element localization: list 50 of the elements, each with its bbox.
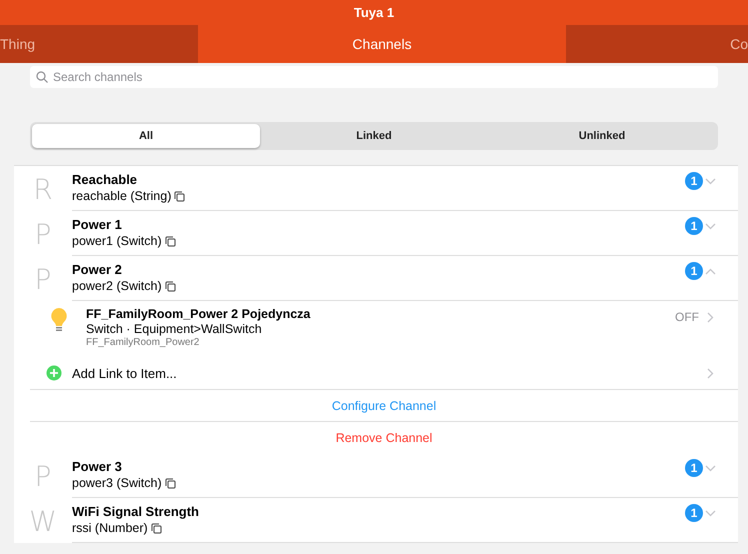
channel-label: Power 2 [72,262,123,277]
channel-id: power2 (Switch) [72,279,162,293]
channel-label: WiFi Signal Strength [72,504,200,519]
channel-letter: P [34,217,52,253]
channel-id: power3 (Switch) [72,476,162,490]
chevron-down-icon[interactable] [705,178,716,185]
channel-label: Reachable [72,172,138,187]
tab[interactable]: Co [566,25,748,63]
channel-id: rssi (Number) [72,521,148,535]
chevron-right-icon[interactable] [707,368,714,378]
chevron-down-icon[interactable] [705,465,716,472]
search-field[interactable]: Search channels [30,66,718,88]
channel-letter: P [34,262,52,298]
link-count-badge: 1 [685,459,703,477]
link-count-badge: 1 [685,217,703,235]
item-name: FF_FamilyRoom_Power2 [86,337,200,348]
add-link-link[interactable]: Add Link to Item... [72,366,177,380]
copy-icon[interactable] [150,522,162,534]
copy-icon[interactable] [164,236,176,246]
chevron-down-icon[interactable] [705,510,716,517]
copy-icon[interactable] [164,280,176,292]
channel-id: power1 (Switch) [72,234,162,248]
window-title: Tuya 1 [354,5,394,20]
copy-icon[interactable] [174,190,186,202]
lightbulb-icon [50,307,68,333]
channel-id: reachable (String) [72,189,172,203]
segment-button[interactable]: Linked [260,124,488,148]
channel-label: Power 3 [72,459,123,474]
item-label: FF_FamilyRoom_Power 2 Pojedyncza [86,307,312,321]
channel-letter: W [28,504,58,540]
segment-button[interactable]: All [32,124,260,148]
remove-channel-link[interactable]: Remove Channel [336,430,432,444]
tab[interactable]: Thing [0,25,198,63]
tab[interactable]: Channels [198,25,566,63]
chevron-down-icon[interactable] [705,223,716,230]
link-count-badge: 1 [685,504,703,522]
link-count-badge: 1 [685,172,703,190]
channel-label: Power 1 [72,217,123,232]
item-type: Switch · Equipment>WallSwitch [86,322,263,336]
search-icon [36,71,48,83]
add-icon[interactable] [46,365,62,381]
copy-icon[interactable] [164,478,176,488]
chevron-up-icon[interactable] [705,268,716,275]
configure-channel-link[interactable]: Configure Channel [332,398,436,412]
item-state: OFF [675,310,699,324]
chevron-right-icon[interactable] [707,312,714,322]
segment-button[interactable]: Unlinked [488,124,716,148]
channel-letter: R [32,172,54,208]
link-count-badge: 1 [685,262,703,280]
channel-letter: P [34,459,52,495]
